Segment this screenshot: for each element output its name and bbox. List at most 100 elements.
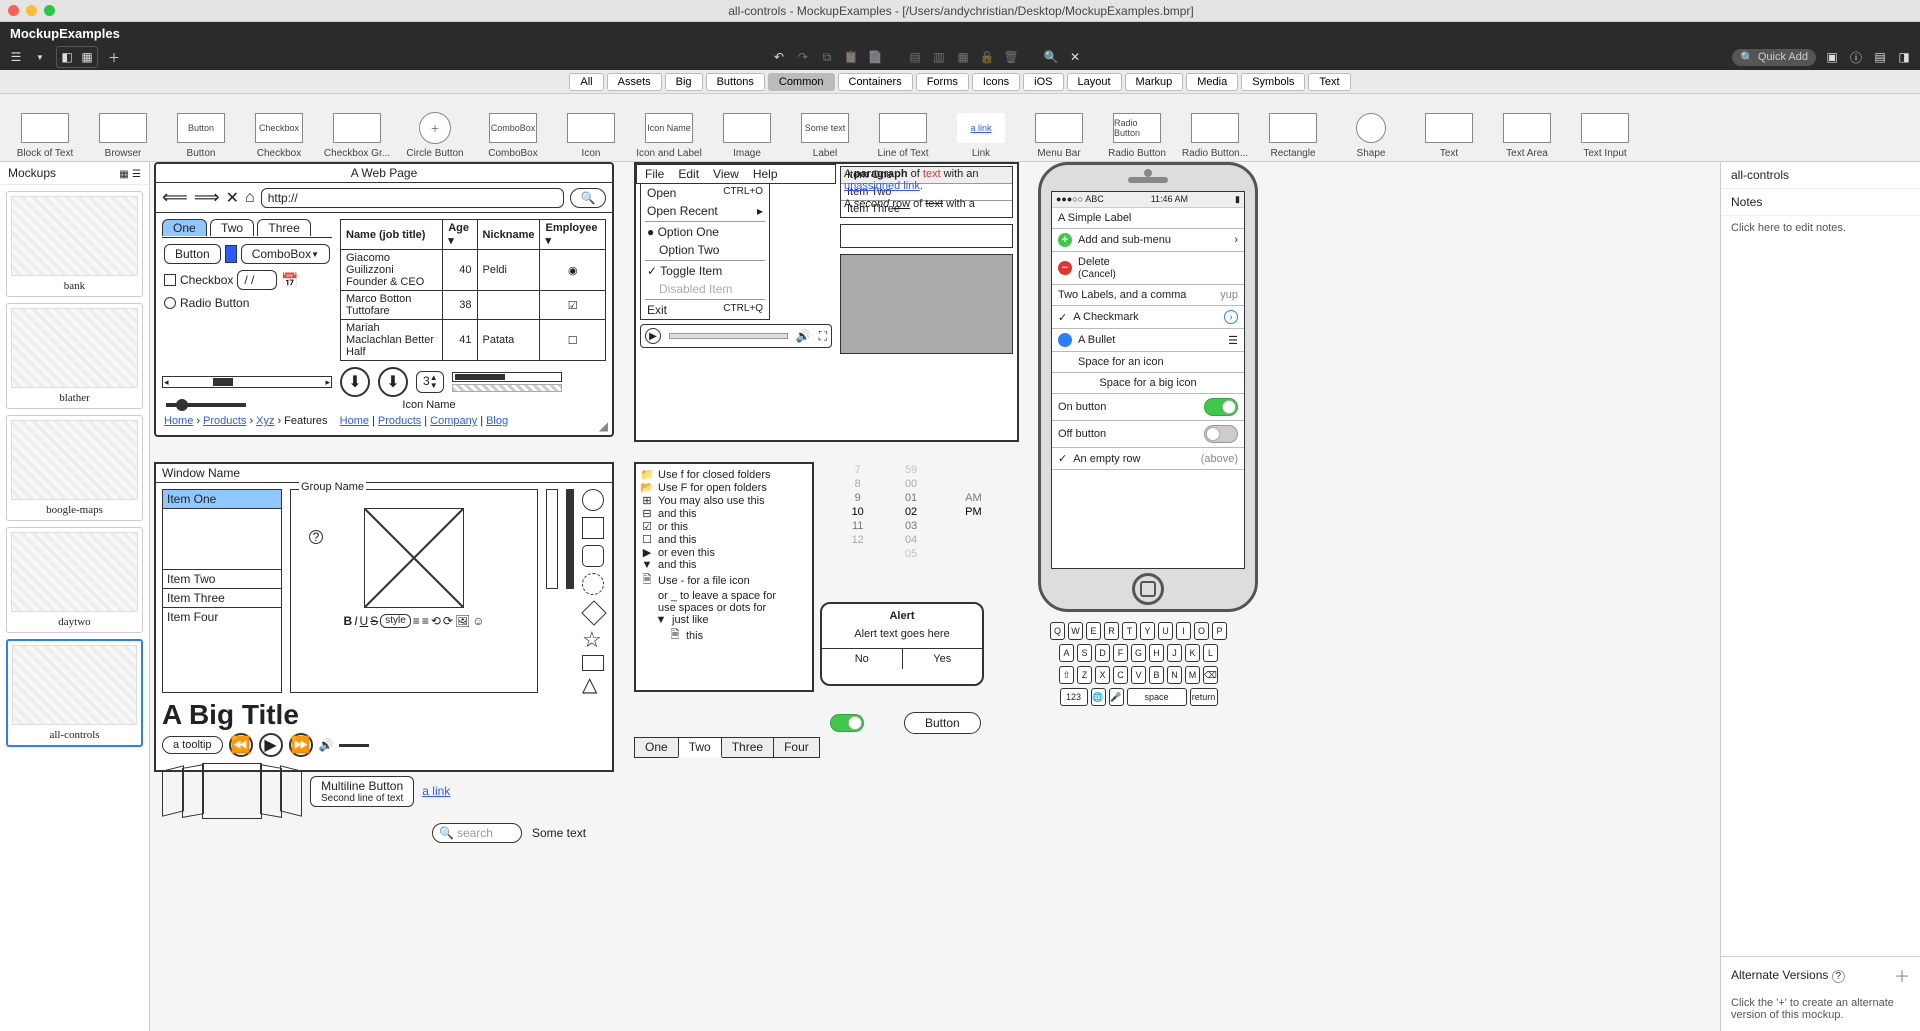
color-swatch[interactable]	[225, 245, 237, 263]
th-nick[interactable]: Nickname	[477, 220, 540, 250]
backspace-key[interactable]: ⌫	[1203, 666, 1218, 684]
panel-left-icon[interactable]: ◧	[59, 49, 75, 65]
nav-link[interactable]: Home	[340, 415, 369, 427]
control-radio-button-[interactable]: Radio Button...	[1180, 108, 1250, 159]
list-item[interactable]: Item Three	[163, 588, 281, 607]
tree-item[interactable]: ☐and this	[640, 533, 808, 546]
th-age[interactable]: Age ▾	[443, 220, 477, 250]
alert-no-button[interactable]: No	[822, 649, 903, 669]
control-browser[interactable]: Browser	[88, 108, 158, 159]
calendar-icon[interactable]: 📅	[281, 272, 298, 289]
key-j[interactable]: J	[1167, 644, 1182, 662]
canvas[interactable]: A Web Page ⟸ ⟹ ✕ ⌂ http:// 🔍 One Two Thr…	[150, 162, 1720, 1031]
grid-view-icon[interactable]: ▦	[119, 169, 128, 180]
control-radio-button[interactable]: Radio ButtonRadio Button	[1102, 108, 1172, 159]
category-icons[interactable]: Icons	[972, 73, 1020, 91]
phone-list-row[interactable]: −Delete(Cancel)	[1052, 252, 1244, 285]
mockup-thumb-blather[interactable]: blather	[6, 303, 143, 409]
text-input[interactable]	[840, 224, 1013, 248]
key-m[interactable]: M	[1185, 666, 1200, 684]
mockup-thumb-bank[interactable]: bank	[6, 191, 143, 297]
tree-item[interactable]: ▼and this	[640, 559, 808, 571]
button[interactable]: Button	[164, 244, 221, 264]
phone-list-row[interactable]: On button	[1052, 394, 1244, 421]
list-item[interactable]: Item Four	[163, 607, 281, 626]
volume-icon[interactable]: 🔊	[319, 738, 334, 752]
key-o[interactable]: O	[1194, 622, 1209, 640]
browser-search[interactable]: 🔍	[570, 188, 606, 208]
grid-icon[interactable]: ▦	[79, 49, 95, 65]
date-input[interactable]: / /	[237, 270, 277, 290]
key-t[interactable]: T	[1122, 622, 1137, 640]
coverflow[interactable]	[162, 763, 302, 819]
control-text[interactable]: Text	[1414, 108, 1484, 159]
tree-item[interactable]: ⊟and this	[640, 507, 808, 520]
phone-list-row[interactable]: A Bullet☰	[1052, 329, 1244, 352]
category-all[interactable]: All	[569, 73, 603, 91]
lock-icon[interactable]: 🔒	[979, 49, 995, 65]
control-circle-button[interactable]: ＋Circle Button	[400, 108, 470, 159]
phone-list-row[interactable]: ✓A Checkmark›	[1052, 306, 1244, 329]
mic-key[interactable]: 🎤	[1109, 688, 1124, 706]
unassigned-link[interactable]: unassigned link	[844, 180, 920, 192]
redo-icon[interactable]: ↷	[795, 49, 811, 65]
play-icon[interactable]: ▶	[645, 328, 661, 344]
key-g[interactable]: G	[1131, 644, 1146, 662]
tree-item[interactable]: 📂Use F for open folders	[640, 481, 808, 494]
menu-file[interactable]: File	[645, 167, 664, 181]
key-r[interactable]: R	[1104, 622, 1119, 640]
control-text-input[interactable]: Text Input	[1570, 108, 1640, 159]
key-a[interactable]: A	[1059, 644, 1074, 662]
category-forms[interactable]: Forms	[916, 73, 969, 91]
th-emp[interactable]: Employee ▾	[540, 220, 606, 250]
tab-two[interactable]: Two	[210, 219, 254, 236]
control-icon-and-label[interactable]: Icon NameIcon and Label	[634, 108, 704, 159]
space-key[interactable]: space	[1127, 688, 1187, 706]
search-icon[interactable]: 🔍	[1043, 49, 1059, 65]
control-menu-bar[interactable]: Menu Bar	[1024, 108, 1094, 159]
nav-link[interactable]: Blog	[486, 415, 508, 427]
control-combobox[interactable]: ComboBoxComboBox	[478, 108, 548, 159]
quick-add[interactable]: 🔍 Quick Add	[1732, 49, 1816, 66]
shape-square[interactable]	[582, 517, 604, 539]
control-checkbox[interactable]: CheckboxCheckbox	[244, 108, 314, 159]
menu-help[interactable]: Help	[753, 167, 778, 181]
add-icon[interactable]: ＋	[106, 49, 122, 65]
pill-button[interactable]: Button	[904, 712, 981, 734]
category-buttons[interactable]: Buttons	[706, 73, 765, 91]
menu-item[interactable]: ExitCTRL+Q	[641, 301, 769, 319]
tab-one[interactable]: One	[162, 219, 207, 236]
tree-item[interactable]: 🗎Use - for a file icon	[640, 571, 808, 590]
phone-list-row[interactable]: A Simple Label	[1052, 208, 1244, 229]
control-line-of-text[interactable]: Line of Text	[868, 108, 938, 159]
list-item[interactable]: Item Two	[163, 569, 281, 588]
phone-list-row[interactable]: Off button	[1052, 421, 1244, 448]
phone-list-row[interactable]: Space for an icon	[1052, 352, 1244, 373]
shape-star[interactable]: ☆	[582, 631, 606, 649]
download-icon2[interactable]: ⬇	[378, 367, 408, 397]
tab[interactable]: Four	[774, 738, 819, 757]
crumb[interactable]: Products	[203, 415, 246, 427]
chevron-down-icon[interactable]: ▼	[32, 49, 48, 65]
key-e[interactable]: E	[1086, 622, 1101, 640]
control-image[interactable]: Image	[712, 108, 782, 159]
trash-icon[interactable]: 🗑	[1003, 49, 1019, 65]
checkbox[interactable]	[164, 274, 176, 286]
key-s[interactable]: S	[1077, 644, 1092, 662]
category-containers[interactable]: Containers	[838, 73, 913, 91]
radio[interactable]	[164, 297, 176, 309]
ios-keyboard[interactable]: QWERTYUIOP ASDFGHJKL ⇧ ZXCVBNM ⌫ 123 🌐 🎤…	[1050, 622, 1227, 706]
control-shape[interactable]: Shape	[1336, 108, 1406, 159]
menu-item[interactable]: ✓ Toggle Item	[641, 262, 769, 280]
category-media[interactable]: Media	[1186, 73, 1238, 91]
key-y[interactable]: Y	[1140, 622, 1155, 640]
home-button[interactable]	[1132, 573, 1164, 605]
menu-item[interactable]: Option Two	[641, 241, 769, 259]
forward-icon[interactable]: ⏩	[289, 733, 313, 757]
category-assets[interactable]: Assets	[607, 73, 662, 91]
shape-triangle[interactable]: △	[582, 677, 606, 693]
doc-x-icon[interactable]: ✕	[1067, 49, 1083, 65]
rewind-icon[interactable]: ⏪	[229, 733, 253, 757]
controls-strip[interactable]: Block of TextBrowserButtonButtonCheckbox…	[0, 94, 1920, 162]
shape-rect[interactable]	[582, 655, 604, 671]
